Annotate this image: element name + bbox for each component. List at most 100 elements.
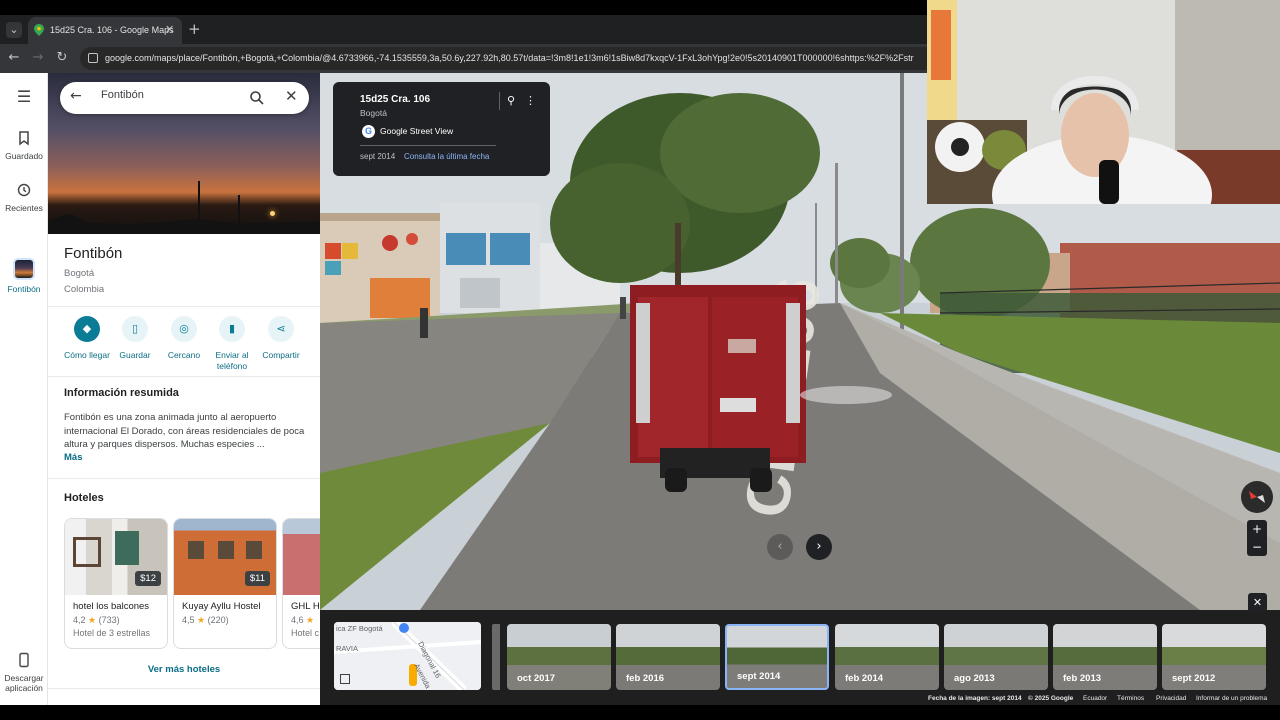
hotel-class: Hotel c — [291, 628, 320, 638]
bookmark-icon — [19, 131, 29, 146]
google-logo-icon: G — [362, 125, 375, 138]
hero-silhouette — [48, 213, 320, 234]
timeline-scroll-edge — [492, 624, 500, 690]
compass-icon[interactable] — [1241, 481, 1273, 513]
share-label: Compartir — [262, 350, 300, 360]
zoom-out-button[interactable]: − — [1247, 538, 1267, 556]
url-text[interactable]: google.com/maps/place/Fontibón,+Bogotá,+… — [105, 53, 925, 63]
terms-link[interactable]: Términos — [1117, 695, 1144, 702]
hotel-photo-window — [115, 531, 139, 565]
hotel-photo — [283, 519, 320, 595]
star-icon: ★ — [306, 615, 315, 625]
hotel-photo-window — [188, 541, 204, 559]
next-arrow-button[interactable]: › — [806, 534, 832, 560]
send-to-phone-button[interactable]: ▮ Enviar al teléfono — [204, 316, 260, 372]
webcam-image — [927, 0, 1280, 204]
rail-current-label: Fontibón — [7, 284, 41, 294]
address-bar: ← → ↻ google.com/maps/place/Fontibón,+Bo… — [0, 44, 928, 73]
search-box: ← ✕ — [60, 82, 309, 114]
location-pin-icon[interactable]: ⚲ — [507, 94, 515, 107]
rail-saved[interactable]: Guardado — [0, 129, 48, 161]
privacy-link[interactable]: Privacidad — [1156, 695, 1186, 702]
rail-recent[interactable]: Recientes — [0, 181, 48, 213]
rail-saved-label: Guardado — [5, 151, 43, 161]
timeline-date-label: sept 2012 — [1172, 673, 1216, 684]
share-icon: ⋖ — [268, 316, 294, 342]
summary-heading: Información resumida — [64, 387, 179, 399]
menu-button[interactable]: ☰ — [0, 87, 48, 106]
back-arrow-icon[interactable]: ← — [70, 88, 82, 104]
divider — [48, 306, 320, 307]
timeline-date-label: ago 2013 — [954, 673, 995, 684]
summary-more-link[interactable]: Más — [64, 452, 82, 463]
more-options-icon[interactable]: ⋮ — [525, 94, 536, 107]
history-icon — [17, 183, 31, 197]
left-rail: ☰ Guardado Recientes Fontibón Descargar … — [0, 73, 48, 705]
close-timeline-icon[interactable]: ✕ — [1248, 593, 1267, 612]
divider — [499, 92, 500, 110]
image-date-footer: Fecha de la imagen: sept 2014 — [928, 695, 1022, 702]
zoom-in-button[interactable]: + — [1247, 520, 1267, 538]
hotel-card[interactable]: GHL H 4,6 ★ Hotel c — [282, 518, 320, 649]
close-search-icon[interactable]: ✕ — [285, 87, 298, 105]
back-icon[interactable]: ← — [6, 50, 22, 66]
forward-icon[interactable]: → — [30, 50, 46, 66]
browser-tab[interactable]: 15d25 Cra. 106 - Google Maps ✕ — [28, 17, 182, 44]
action-bar: ◆ Cómo llegar ▯ Guardar ◎ Cercano ▮ Envi… — [48, 316, 320, 376]
see-more-hotels-link[interactable]: Ver más hoteles — [48, 664, 320, 675]
rating-value: 4,6 — [291, 615, 304, 625]
timeline-date-label: feb 2016 — [626, 673, 665, 684]
tab-title: 15d25 Cra. 106 - Google Maps — [50, 25, 174, 35]
mini-map-label: ica ZF Bogotá — [336, 624, 383, 633]
timeline-thumbnail[interactable]: ago 2013 — [944, 624, 1048, 690]
copyright-text: © 2025 Google — [1028, 695, 1074, 702]
omnibox[interactable]: google.com/maps/place/Fontibón,+Bogotá,+… — [80, 47, 928, 70]
capture-date: sept 2014 — [360, 152, 396, 161]
hotel-class: Hotel de 3 estrellas — [73, 628, 151, 638]
divider — [48, 688, 320, 689]
divider — [48, 478, 320, 479]
site-settings-icon[interactable] — [88, 53, 98, 63]
timeline-thumbnail[interactable]: feb 2014 — [835, 624, 939, 690]
hotel-card[interactable]: $11 Kuyay Ayllu Hostel 4,5 ★ (220) — [173, 518, 277, 649]
hotel-card[interactable]: $12 hotel los balcones 4,2 ★ (733) Hotel… — [64, 518, 168, 649]
place-country: Colombia — [64, 284, 105, 295]
latest-date-link[interactable]: Consulta la última fecha — [404, 152, 489, 161]
maps-favicon-icon — [34, 24, 44, 36]
hotel-rating: 4,5 ★ (220) — [182, 615, 229, 626]
mini-map[interactable]: ica ZF Bogotá RAVIA Diagonal 16 Avenida — [334, 622, 481, 690]
previous-arrow-button[interactable]: ‹ — [767, 534, 793, 560]
rail-download-app[interactable]: Descargar aplicación — [0, 651, 48, 693]
place-panel: ← ✕ Fontibón Bogotá Colombia ◆ Cómo lleg… — [48, 73, 320, 705]
timeline-thumbnail[interactable]: sept 2012 — [1162, 624, 1266, 690]
street-view-provider: Google Street View — [380, 126, 454, 136]
save-label: Guardar — [119, 350, 151, 360]
timeline-thumbnail[interactable]: feb 2013 — [1053, 624, 1157, 690]
hotel-rating: 4,2 ★ (733) — [73, 615, 120, 626]
country-link[interactable]: Ecuador — [1083, 695, 1107, 702]
star-icon: ★ — [197, 615, 206, 625]
hamburger-icon: ☰ — [16, 87, 32, 106]
share-button[interactable]: ⋖ Compartir — [253, 316, 309, 361]
place-thumbnail — [13, 258, 35, 280]
map-footer: Fecha de la imagen: sept 2014 © 2025 Goo… — [320, 690, 1280, 705]
rail-current-place[interactable]: Fontibón — [0, 258, 48, 294]
save-button[interactable]: ▯ Guardar — [107, 316, 163, 361]
timeline-thumbnail[interactable]: oct 2017 — [507, 624, 611, 690]
hotels-heading: Hoteles — [64, 492, 104, 504]
timeline-date-label: feb 2014 — [845, 673, 884, 684]
search-input[interactable] — [101, 89, 241, 101]
search-icon[interactable] — [249, 90, 265, 106]
timeline-thumbnail[interactable]: sept 2014 — [725, 624, 829, 690]
timeline-date-label: oct 2017 — [517, 673, 556, 684]
tab-list-button[interactable]: ⌄ — [6, 22, 22, 38]
reload-icon[interactable]: ↻ — [54, 50, 70, 66]
street-view-city: Bogotá — [360, 108, 387, 118]
report-problem-link[interactable]: Informar de un problema — [1196, 695, 1267, 702]
tab-close-icon[interactable]: ✕ — [165, 23, 174, 36]
summary-text: Fontibón es una zona animada junto al ae… — [64, 412, 305, 450]
expand-map-icon[interactable] — [340, 674, 350, 684]
place-city: Bogotá — [64, 268, 95, 279]
timeline-thumbnail[interactable]: feb 2016 — [616, 624, 720, 690]
new-tab-button[interactable]: + — [188, 20, 201, 38]
